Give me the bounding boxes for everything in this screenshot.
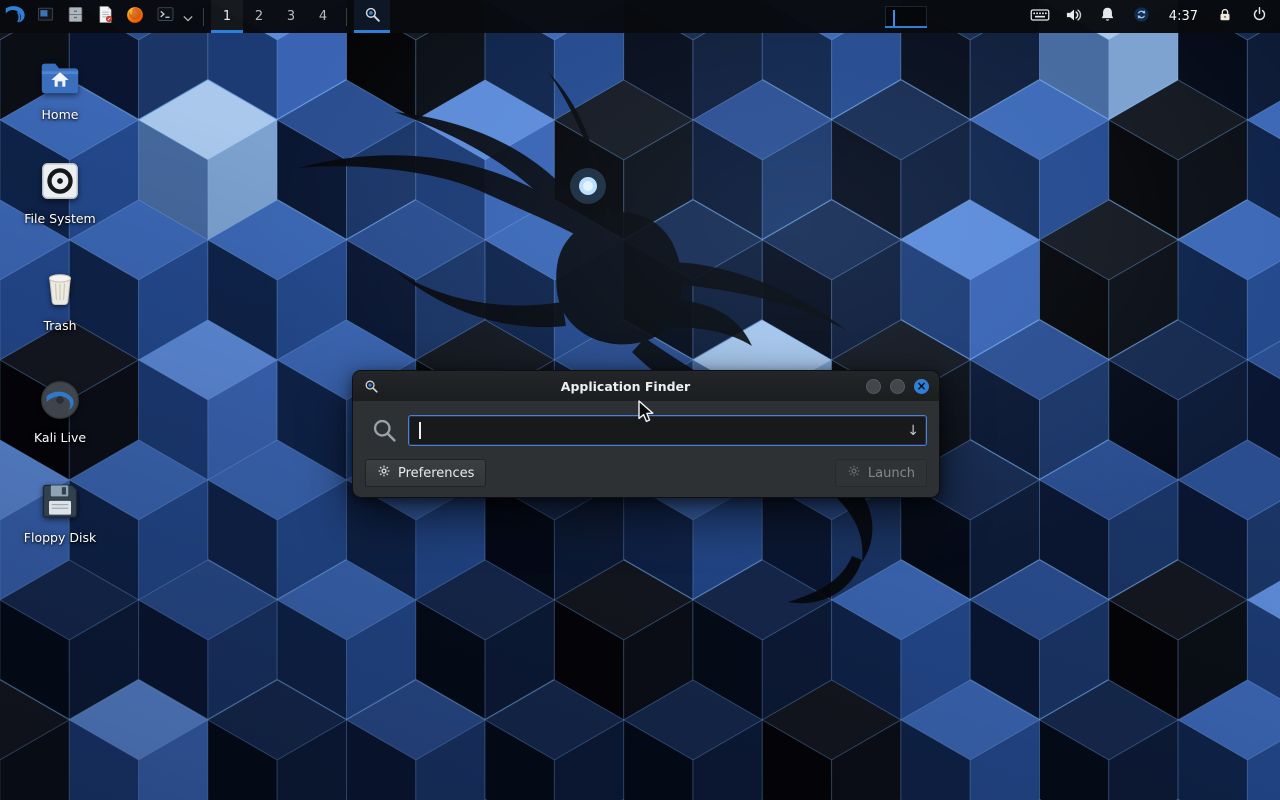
desktop-icon-label: File System xyxy=(24,211,96,226)
workspace-button-1[interactable]: 1 xyxy=(211,0,243,33)
keyboard-layout-indicator[interactable] xyxy=(1023,0,1057,33)
window-body: ↓ Preferences xyxy=(353,401,939,497)
desktop: 1 2 3 4 xyxy=(0,0,1280,800)
titlebar[interactable]: Application Finder × xyxy=(353,371,939,401)
magnifier-icon xyxy=(363,5,382,28)
gear-icon xyxy=(377,464,391,482)
preferences-label: Preferences xyxy=(398,466,474,481)
launch-label: Launch xyxy=(868,466,915,481)
close-button[interactable]: × xyxy=(914,379,929,394)
desktop-icon-label: Floppy Disk xyxy=(24,530,96,545)
text-editor-launcher[interactable] xyxy=(90,0,120,33)
terminal-icon xyxy=(156,5,175,28)
panel-separator xyxy=(346,8,347,26)
desktop-icon-label: Trash xyxy=(43,318,76,333)
app-finder-icon xyxy=(363,378,385,395)
show-desktop-launcher[interactable] xyxy=(30,0,60,33)
top-panel: 1 2 3 4 xyxy=(0,0,1280,33)
launch-button[interactable]: Launch xyxy=(835,459,927,487)
firefox-icon xyxy=(125,5,145,29)
preferences-button[interactable]: Preferences xyxy=(365,459,486,487)
desktop-icon-label: Kali Live xyxy=(34,430,86,445)
workspace-button-4[interactable]: 4 xyxy=(307,0,339,33)
terminal-dropdown-button[interactable] xyxy=(180,0,196,33)
power-icon xyxy=(1250,5,1269,28)
window-title: Application Finder xyxy=(385,379,866,394)
bell-icon xyxy=(1098,5,1117,28)
keyboard-icon xyxy=(1030,5,1050,29)
file-cabinet-icon xyxy=(66,5,85,28)
desktop-icon-trash[interactable]: Trash xyxy=(16,263,104,333)
application-finder-window: Application Finder × ↓ xyxy=(352,370,940,498)
search-entry: ↓ xyxy=(408,415,927,446)
lock-icon xyxy=(1216,6,1234,28)
sync-status-icon xyxy=(1132,5,1151,28)
home-folder-icon xyxy=(37,52,83,102)
desktop-icon-floppy-disk[interactable]: Floppy Disk xyxy=(16,475,104,545)
cpu-graph[interactable] xyxy=(885,6,927,28)
minimize-button[interactable] xyxy=(866,379,881,394)
floppy-disk-icon xyxy=(38,475,82,525)
file-manager-launcher[interactable] xyxy=(60,0,90,33)
workspace-button-2[interactable]: 2 xyxy=(243,0,275,33)
terminal-launcher[interactable] xyxy=(150,0,180,33)
lock-screen-button[interactable] xyxy=(1208,0,1242,33)
file-system-drive-icon xyxy=(37,156,83,206)
firefox-launcher[interactable] xyxy=(120,0,150,33)
maximize-button[interactable] xyxy=(890,379,905,394)
text-caret xyxy=(419,422,421,439)
desktop-icon-home[interactable]: Home xyxy=(16,52,104,122)
volume-control[interactable] xyxy=(1057,0,1091,33)
taskbar-application-finder[interactable] xyxy=(354,0,390,33)
log-out-button[interactable] xyxy=(1242,0,1276,33)
launch-gear-icon xyxy=(847,464,861,482)
kali-logo-icon xyxy=(4,3,27,30)
workspace-button-3[interactable]: 3 xyxy=(275,0,307,33)
trash-can-icon xyxy=(38,263,82,313)
notifications-button[interactable] xyxy=(1091,0,1125,33)
search-input[interactable] xyxy=(408,415,927,446)
desktop-icon-kali-live[interactable]: Kali Live xyxy=(16,375,104,445)
document-icon xyxy=(96,5,115,28)
sync-status-indicator[interactable] xyxy=(1125,0,1159,33)
chevron-down-icon xyxy=(183,7,193,26)
panel-separator xyxy=(203,8,204,26)
kali-live-disc-icon xyxy=(37,375,83,425)
speaker-icon xyxy=(1064,5,1084,29)
search-icon xyxy=(371,417,398,444)
dropdown-arrow-icon[interactable]: ↓ xyxy=(907,423,919,439)
desktop-icon-file-system[interactable]: File System xyxy=(16,156,104,226)
kali-menu-button[interactable] xyxy=(0,0,30,33)
clock[interactable]: 4:37 xyxy=(1159,9,1208,24)
desktop-icon-label: Home xyxy=(42,107,79,122)
window-icon xyxy=(36,5,55,28)
